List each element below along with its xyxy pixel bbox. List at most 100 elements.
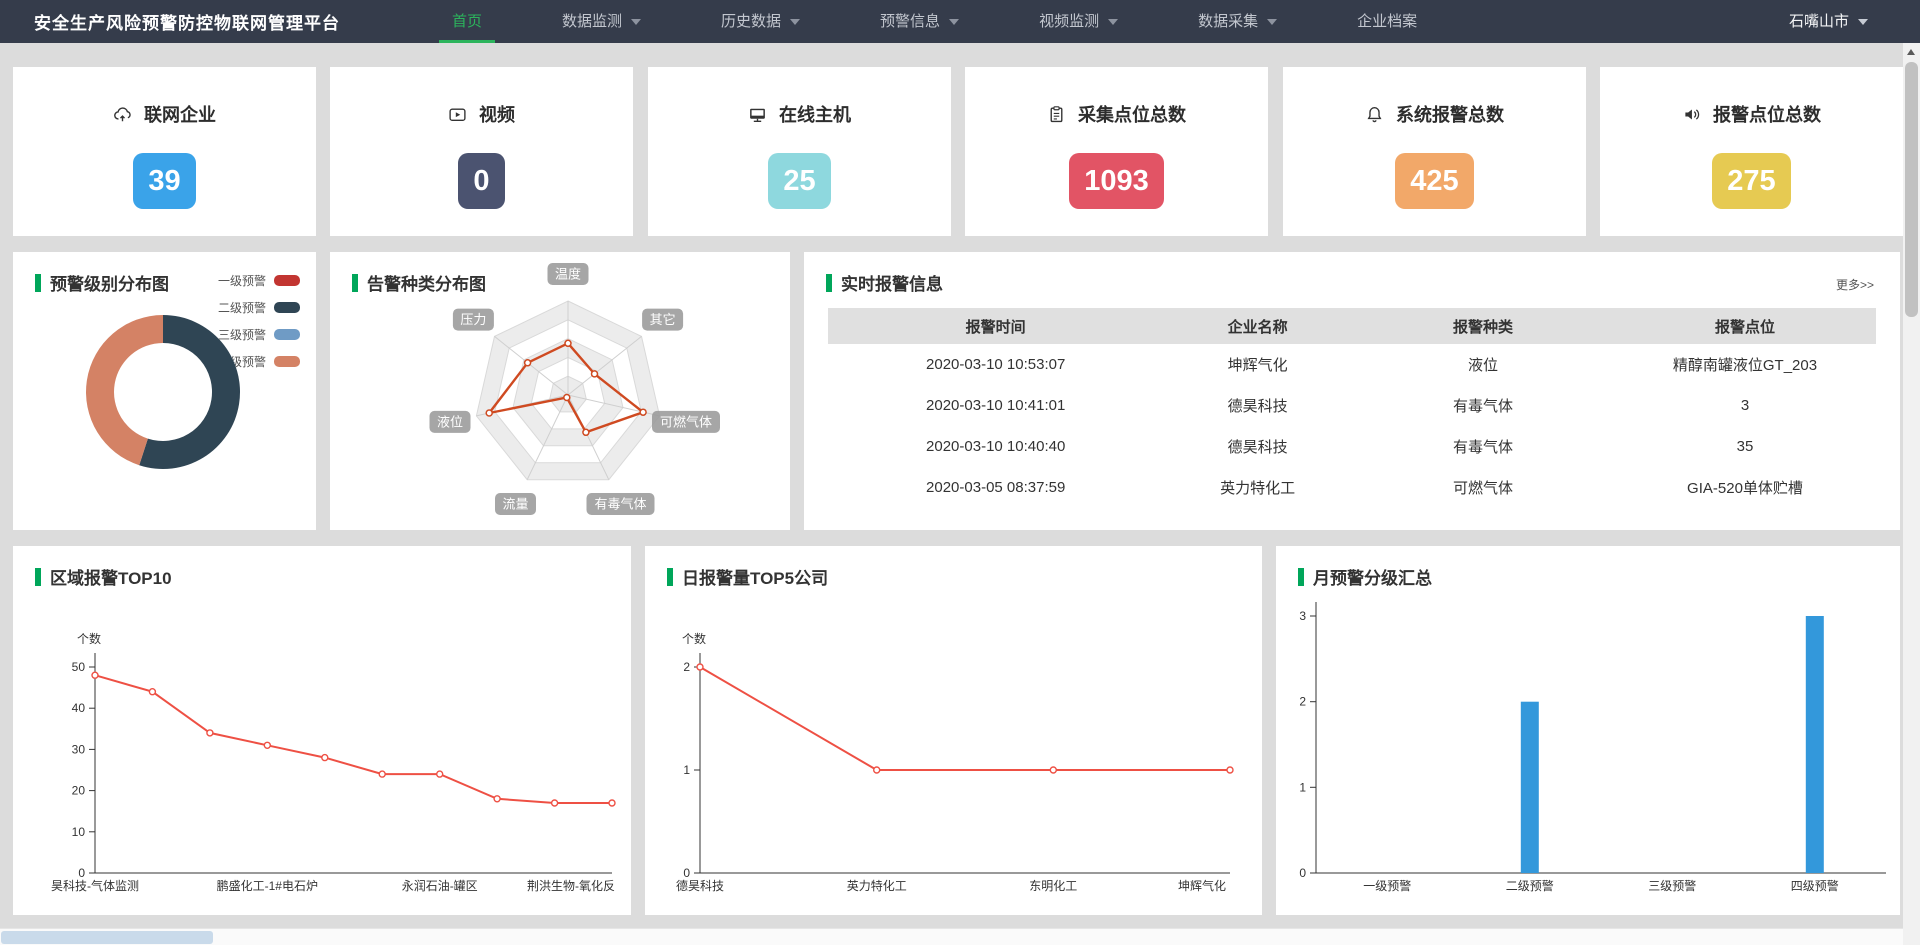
svg-text:个数: 个数	[77, 631, 101, 646]
stat-label: 联网企业	[144, 101, 216, 127]
nav-item-label: 预警信息	[880, 13, 940, 30]
stat-label: 采集点位总数	[1078, 101, 1186, 127]
main-menu: 首页 数据监测 历史数据 预警信息 视频监测 数据采集 企业档案	[412, 0, 1457, 43]
table-row: 2020-03-10 10:40:40 德昊科技 有毒气体 35	[828, 426, 1876, 467]
svg-text:昊科技-气体监测: 昊科技-气体监测	[51, 878, 139, 893]
svg-text:2: 2	[683, 660, 690, 674]
vertical-scrollbar-thumb[interactable]	[1905, 62, 1918, 317]
cloud-icon	[113, 105, 132, 124]
stat-label: 视频	[479, 101, 515, 127]
table-row: 2020-03-10 10:41:01 德昊科技 有毒气体 3	[828, 385, 1876, 426]
stat-card-system-alarms-total: 系统报警总数 425	[1283, 67, 1586, 236]
stat-value-badge: 39	[133, 153, 195, 209]
svg-text:四级预警: 四级预警	[1791, 878, 1839, 893]
stat-card-online-hosts: 在线主机 25	[648, 67, 951, 236]
monthly-alert-bar-chart: 0123一级预警二级预警三级预警四级预警	[1276, 546, 1900, 915]
col-header-alarm-point: 报警点位	[1614, 316, 1876, 337]
nav-item-label: 数据监测	[562, 13, 622, 30]
top-navbar: 安全生产风险预警防控物联网管理平台 首页 数据监测 历史数据 预警信息 视频监测…	[0, 0, 1920, 43]
region-selector[interactable]: 石嘴山市	[1789, 0, 1868, 43]
more-link[interactable]: 更多>>	[1836, 276, 1874, 293]
nav-item-video-monitoring[interactable]: 视频监测	[1013, 0, 1144, 43]
nav-item-label: 视频监测	[1039, 13, 1099, 30]
table-row: 2020-03-05 08:37:59 英力特化工 可燃气体 GIA-520单体…	[828, 467, 1876, 508]
svg-text:有毒气体: 有毒气体	[594, 497, 646, 512]
svg-text:流量: 流量	[502, 497, 528, 512]
svg-text:温度: 温度	[555, 267, 581, 282]
app-title: 安全生产风险预警防控物联网管理平台	[34, 9, 340, 34]
svg-text:鹏盛化工-1#电石炉: 鹏盛化工-1#电石炉	[217, 878, 318, 893]
nav-item-alert-info[interactable]: 预警信息	[854, 0, 985, 43]
svg-text:50: 50	[72, 660, 86, 674]
svg-text:30: 30	[72, 742, 86, 756]
legend-item-level1: 一级预警	[218, 272, 300, 289]
nav-item-enterprise-archives[interactable]: 企业档案	[1331, 0, 1443, 43]
svg-text:0: 0	[683, 866, 690, 880]
nav-item-home[interactable]: 首页	[426, 0, 508, 43]
nav-item-label: 数据采集	[1198, 13, 1258, 30]
stat-label: 在线主机	[779, 101, 851, 127]
dashboard-screen: 安全生产风险预警防控物联网管理平台 首页 数据监测 历史数据 预警信息 视频监测…	[0, 0, 1920, 945]
chevron-down-icon	[949, 19, 959, 25]
svg-text:可燃气体: 可燃气体	[660, 414, 712, 429]
table-row: 2020-03-10 10:53:07 坤辉气化 液位 精醇南罐液位GT_203	[828, 344, 1876, 385]
col-header-alarm-type: 报警种类	[1352, 316, 1614, 337]
svg-text:液位: 液位	[437, 414, 463, 429]
chevron-down-icon	[631, 19, 641, 25]
svg-text:0: 0	[78, 866, 85, 880]
bell-icon	[1365, 105, 1384, 124]
chevron-down-icon	[1108, 19, 1118, 25]
chevron-down-icon	[1858, 19, 1868, 25]
daily-alarm-top5-line-chart: 012个数德昊科技英力特化工东明化工坤辉气化	[645, 546, 1262, 915]
panel-region-alarm-top10: 区域报警TOP10 01020304050个数昊科技-气体监测鹏盛化工-1#电石…	[13, 546, 631, 915]
svg-text:0: 0	[1299, 866, 1306, 880]
col-header-alarm-time: 报警时间	[828, 316, 1163, 337]
chevron-down-icon	[1267, 19, 1277, 25]
nav-item-label: 历史数据	[721, 13, 781, 30]
nav-item-history-data[interactable]: 历史数据	[695, 0, 826, 43]
vertical-scrollbar[interactable]	[1903, 43, 1920, 945]
svg-text:英力特化工: 英力特化工	[847, 878, 907, 893]
chevron-down-icon	[790, 19, 800, 25]
nav-item-data-collection[interactable]: 数据采集	[1172, 0, 1303, 43]
nav-item-label: 首页	[452, 13, 482, 30]
alert-level-donut-chart	[13, 308, 316, 478]
monitor-icon	[748, 105, 767, 124]
panel-title: 预警级别分布图	[35, 270, 169, 295]
col-header-enterprise-name: 企业名称	[1163, 316, 1352, 337]
panel-realtime-alarms: 实时报警信息 更多>> 报警时间 企业名称 报警种类 报警点位 2020-03-…	[804, 252, 1900, 530]
scroll-up-arrow-icon[interactable]	[1903, 43, 1920, 60]
horizontal-scrollbar-thumb[interactable]	[1, 931, 213, 944]
svg-text:永润石油-罐区: 永润石油-罐区	[402, 879, 478, 893]
horizontal-scrollbar[interactable]	[0, 928, 1903, 945]
video-icon	[448, 105, 467, 124]
clipboard-icon	[1047, 105, 1066, 124]
title-accent-bar	[35, 274, 41, 292]
legend-swatch	[274, 275, 300, 286]
stat-card-collection-points-total: 采集点位总数 1093	[965, 67, 1268, 236]
panel-title: 实时报警信息	[826, 270, 943, 295]
table-header-row: 报警时间 企业名称 报警种类 报警点位	[828, 308, 1876, 344]
stat-value-badge: 425	[1395, 153, 1473, 209]
region-alarm-top10-line-chart: 01020304050个数昊科技-气体监测鹏盛化工-1#电石炉永润石油-罐区荆洪…	[13, 546, 631, 915]
stat-value-badge: 0	[458, 153, 504, 209]
stat-card-connected-enterprises: 联网企业 39	[13, 67, 316, 236]
svg-text:一级预警: 一级预警	[1363, 878, 1411, 893]
nav-item-label: 企业档案	[1357, 13, 1417, 30]
svg-text:个数: 个数	[682, 631, 706, 646]
panel-monthly-alert-summary: 月预警分级汇总 0123一级预警二级预警三级预警四级预警	[1276, 546, 1900, 915]
nav-item-data-monitoring[interactable]: 数据监测	[536, 0, 667, 43]
title-accent-bar	[826, 274, 832, 292]
svg-text:东明化工: 东明化工	[1029, 879, 1077, 893]
panel-daily-alarm-top5: 日报警量TOP5公司 012个数德昊科技英力特化工东明化工坤辉气化	[645, 546, 1262, 915]
panel-alarm-type-radar: 告警种类分布图 温度其它可燃气体有毒气体流量液位压力	[330, 252, 790, 530]
panel-alert-level-pie: 预警级别分布图 一级预警 二级预警 三级预警 四级预警	[13, 252, 316, 530]
stat-label: 系统报警总数	[1396, 101, 1504, 127]
svg-text:40: 40	[72, 701, 86, 715]
realtime-alarm-table: 报警时间 企业名称 报警种类 报警点位 2020-03-10 10:53:07 …	[828, 308, 1876, 508]
svg-text:二级预警: 二级预警	[1506, 878, 1554, 893]
svg-text:3: 3	[1299, 609, 1306, 623]
svg-text:20: 20	[72, 784, 86, 798]
svg-text:1: 1	[1299, 780, 1306, 794]
stat-card-video: 视频 0	[330, 67, 633, 236]
